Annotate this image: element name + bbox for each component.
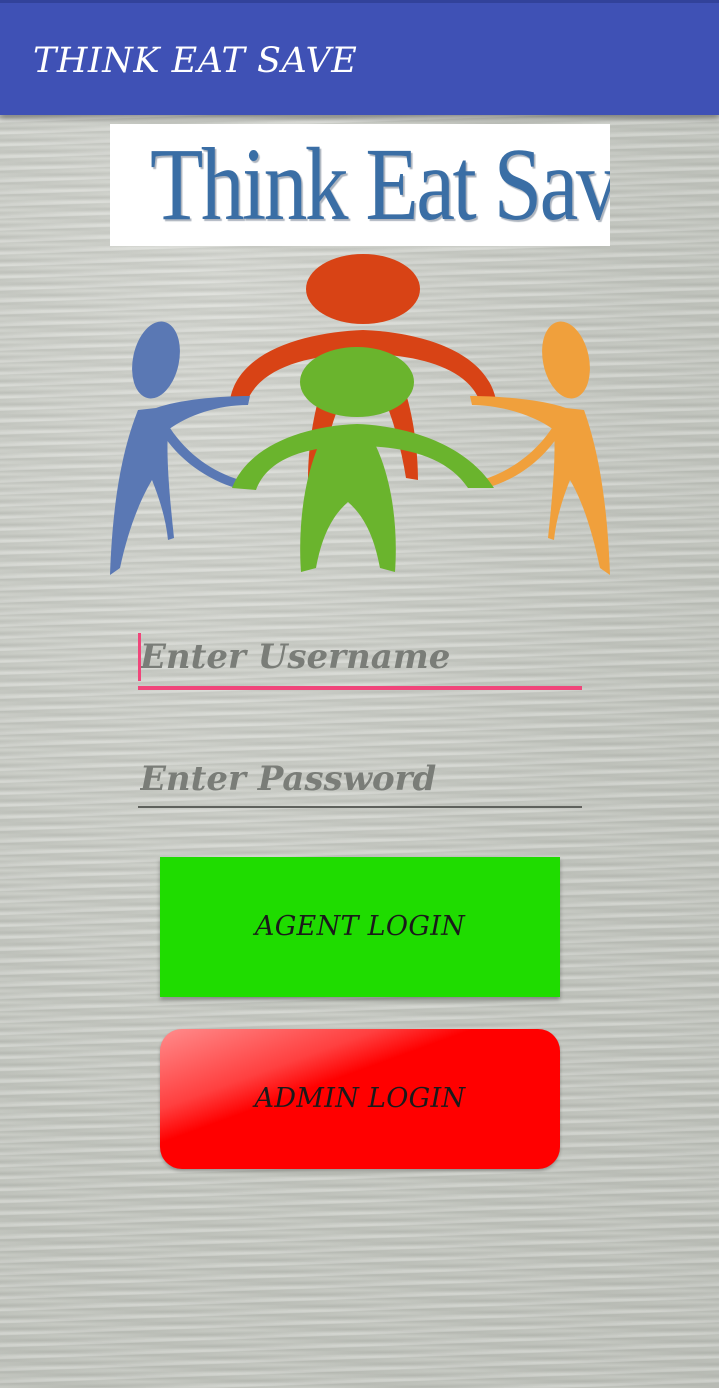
password-field[interactable]	[138, 752, 582, 808]
username-underline	[138, 686, 582, 690]
password-underline	[138, 806, 582, 808]
app-title: THINK EAT SAVE	[33, 41, 358, 81]
logo-banner: Think Eat Save	[110, 124, 610, 246]
orange-figure	[470, 321, 610, 575]
app-bar: THINK EAT SAVE	[0, 0, 719, 115]
agent-login-button[interactable]: AGENT LOGIN	[160, 857, 560, 997]
admin-login-button[interactable]: ADMIN LOGIN	[160, 1029, 560, 1169]
username-field[interactable]	[138, 630, 582, 690]
password-input[interactable]	[138, 752, 582, 806]
text-cursor	[138, 633, 141, 681]
blue-figure	[110, 321, 250, 575]
logo-banner-text: Think Eat Save	[150, 127, 610, 242]
people-circle-logo	[110, 254, 610, 575]
username-input[interactable]	[138, 630, 582, 684]
green-figure	[232, 347, 494, 572]
